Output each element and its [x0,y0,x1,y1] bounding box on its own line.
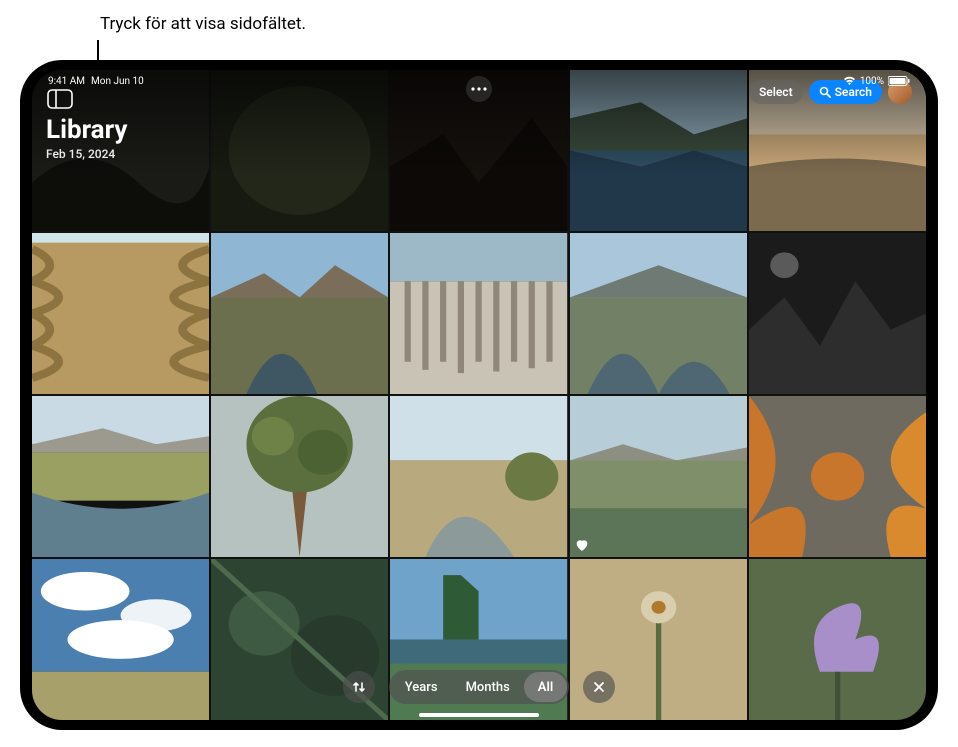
photo-thumbnail[interactable] [390,233,567,394]
view-segmented-control[interactable]: Years Months All [389,670,569,704]
photo-thumbnail[interactable] [749,233,926,394]
sort-arrows-icon [351,679,367,695]
photo-thumbnail[interactable] [390,396,567,557]
status-left: 9:41 AM Mon Jun 10 [48,76,144,87]
photo-thumbnail[interactable] [570,396,747,557]
sidebar-icon [47,89,73,109]
page-subtitle: Feb 15, 2024 [46,147,127,161]
bottom-toolbar: Years Months All [32,670,926,704]
segment-months-label: Months [466,680,510,695]
photo-thumbnail[interactable] [749,396,926,557]
close-icon [592,680,606,694]
photo-thumbnail[interactable] [32,233,209,394]
photo-thumbnail[interactable] [211,233,388,394]
segment-years[interactable]: Years [391,672,452,702]
battery-percent: 100% [860,76,884,87]
segment-all-label: All [538,680,553,695]
status-date: Mon Jun 10 [91,76,144,87]
photo-thumbnail[interactable] [570,70,747,231]
photo-thumbnail[interactable] [32,396,209,557]
screen: 9:41 AM Mon Jun 10 100% [32,70,926,720]
status-time: 9:41 AM [48,76,85,87]
segment-months[interactable]: Months [452,672,524,702]
sort-button[interactable] [343,671,375,703]
status-bar: 9:41 AM Mon Jun 10 100% [32,70,926,90]
page-title: Library [46,116,127,145]
photo-thumbnail[interactable] [211,70,388,231]
favorite-heart-icon [574,537,590,553]
photo-thumbnail[interactable] [211,396,388,557]
segment-all[interactable]: All [524,672,567,702]
segment-years-label: Years [405,680,438,695]
home-indicator[interactable] [419,713,539,717]
callout-label: Tryck för att visa sidofältet. [100,14,306,34]
battery-icon [888,76,910,86]
close-button[interactable] [583,671,615,703]
status-right: 100% [843,76,910,87]
photo-thumbnail[interactable] [570,233,747,394]
nav-left: Library Feb 15, 2024 [46,88,127,161]
wifi-icon [843,76,856,86]
photo-grid[interactable] [32,70,926,720]
sidebar-toggle-button[interactable] [46,88,74,110]
ipad-frame: 9:41 AM Mon Jun 10 100% [20,60,938,730]
